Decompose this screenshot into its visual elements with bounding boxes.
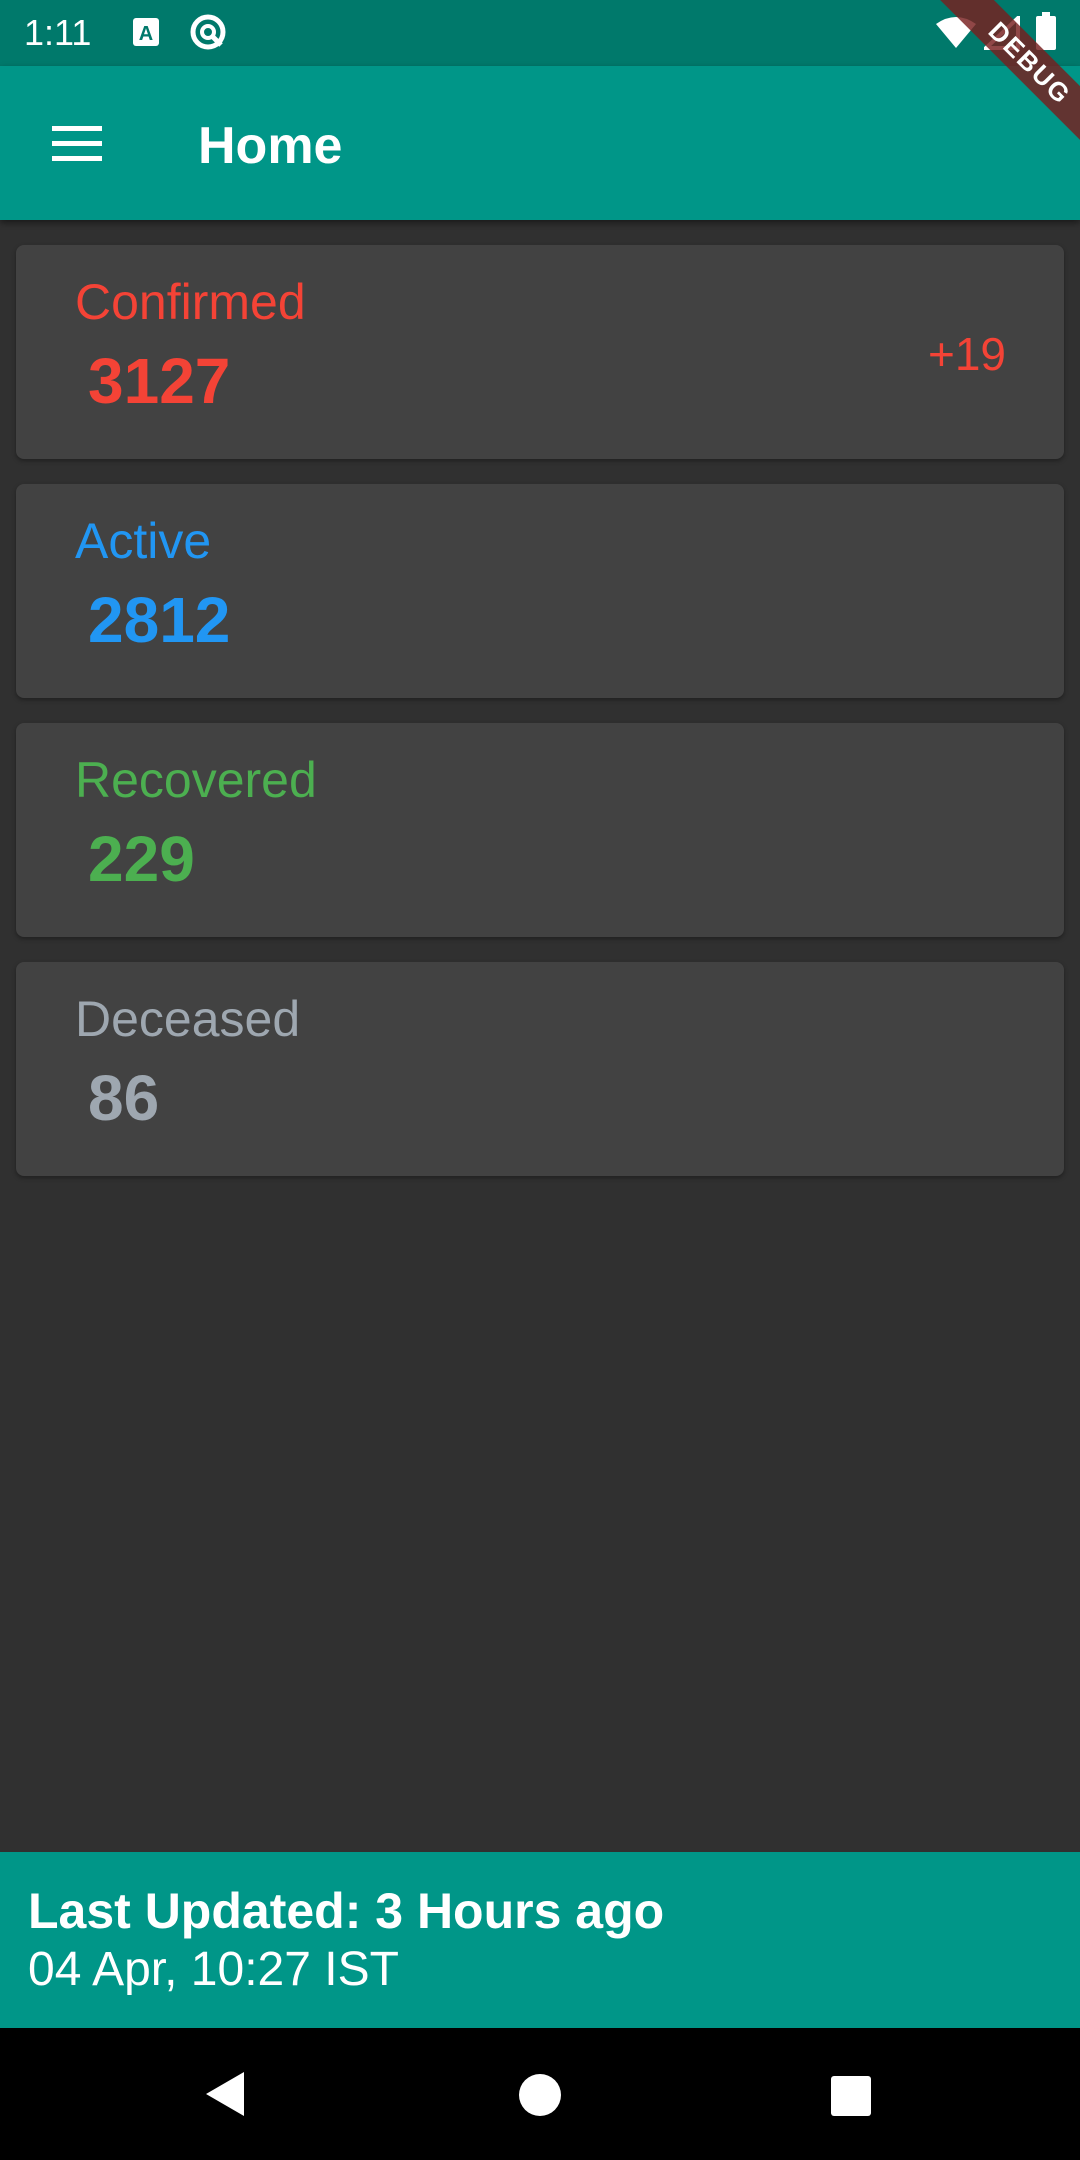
- last-updated-timestamp: 04 Apr, 10:27 IST: [28, 1943, 399, 1996]
- confirmed-delta: +19: [927, 328, 1006, 380]
- recovered-count: 229: [88, 823, 195, 895]
- confirmed-count: 3127: [88, 345, 231, 417]
- hamburger-menu-icon[interactable]: [46, 124, 108, 164]
- text-a-icon: A: [131, 14, 161, 55]
- recovered-label: Recovered: [75, 752, 317, 808]
- battery-icon: [1034, 12, 1058, 57]
- app-bar: Home: [0, 66, 1080, 220]
- home-circle-icon[interactable]: [517, 2072, 563, 2123]
- status-bar: 1:11 A: [0, 0, 1080, 66]
- active-card[interactable]: Active 2812: [16, 484, 1064, 698]
- back-triangle-icon[interactable]: [200, 2068, 250, 2125]
- wifi-icon: [934, 16, 978, 55]
- deceased-label: Deceased: [75, 991, 301, 1047]
- deceased-card[interactable]: Deceased 86: [16, 962, 1064, 1176]
- recents-square-icon[interactable]: [829, 2074, 873, 2123]
- confirmed-label: Confirmed: [75, 274, 306, 330]
- last-updated-footer: Last Updated: 3 Hours ago 04 Apr, 10:27 …: [0, 1852, 1080, 2028]
- deceased-count: 86: [88, 1062, 160, 1134]
- confirmed-card[interactable]: Confirmed 3127 +19: [16, 245, 1064, 459]
- active-label: Active: [75, 513, 212, 569]
- last-updated-label: Last Updated: 3 Hours ago: [28, 1883, 665, 1939]
- cellular-signal-icon: [980, 13, 1020, 55]
- at-sync-icon: [188, 12, 228, 57]
- active-count: 2812: [88, 584, 231, 656]
- status-time: 1:11: [24, 12, 92, 53]
- svg-text:A: A: [139, 23, 153, 45]
- page-title: Home: [198, 117, 343, 175]
- recovered-card[interactable]: Recovered 229: [16, 723, 1064, 937]
- system-nav-bar: [0, 2028, 1080, 2160]
